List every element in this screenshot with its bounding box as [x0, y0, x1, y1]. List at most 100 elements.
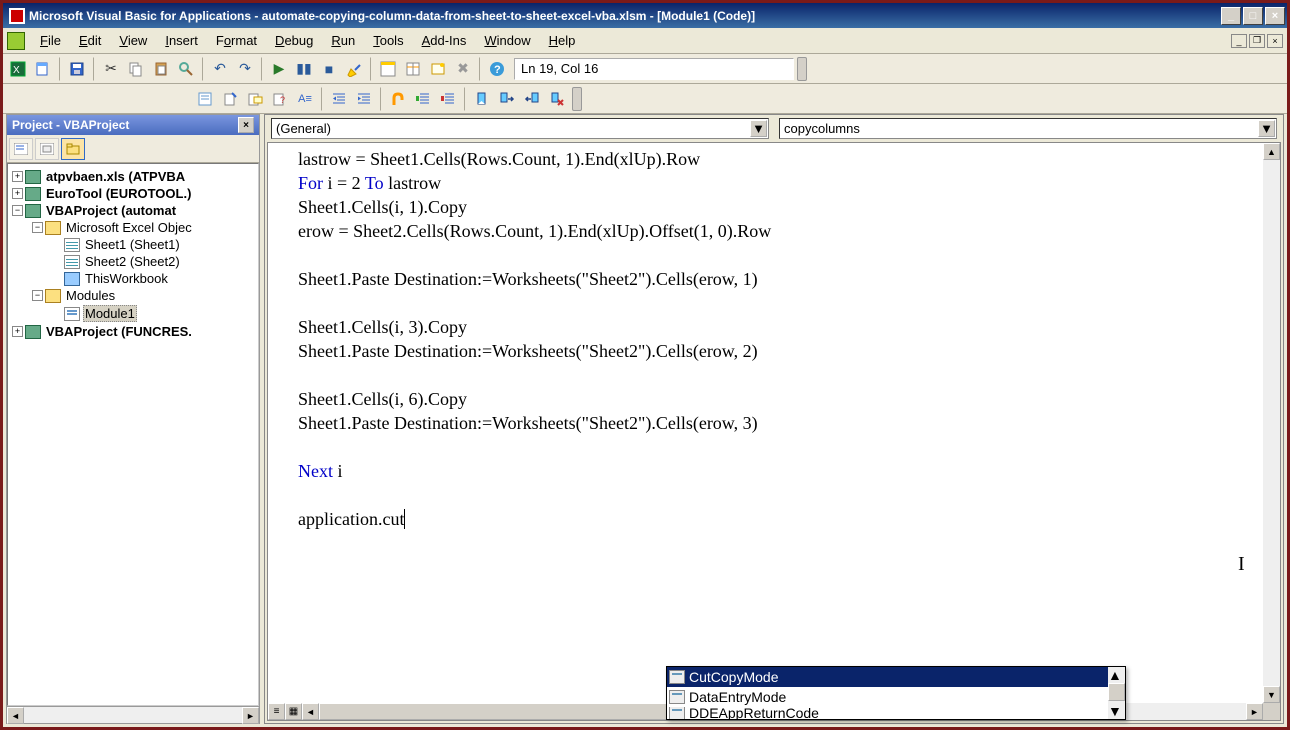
- restore-button[interactable]: □: [1243, 7, 1263, 25]
- scroll-up-button[interactable]: ▲: [1263, 143, 1280, 160]
- indent-button[interactable]: [327, 87, 351, 111]
- complete-word-button[interactable]: A≡: [293, 87, 317, 111]
- project-icon: [25, 325, 41, 339]
- toggle-breakpoint-button[interactable]: [386, 87, 410, 111]
- tree-folder-modules[interactable]: Modules: [64, 288, 117, 303]
- intellisense-scrollbar[interactable]: ▲ ▼: [1108, 667, 1125, 719]
- property-icon: [669, 670, 685, 684]
- scroll-left-button[interactable]: ◄: [7, 707, 24, 724]
- clear-bookmarks-button[interactable]: [545, 87, 569, 111]
- menu-addins[interactable]: Add-Ins: [413, 31, 476, 50]
- toolbox-button[interactable]: ✖: [451, 57, 475, 81]
- doc-minimize-button[interactable]: _: [1231, 34, 1247, 48]
- code-editor[interactable]: lastrow = Sheet1.Cells(Rows.Count, 1).En…: [268, 143, 1263, 703]
- scroll-up-button[interactable]: ▲: [1108, 667, 1125, 683]
- scroll-right-button[interactable]: ►: [1246, 703, 1263, 720]
- menu-window[interactable]: Window: [475, 31, 539, 50]
- insert-module-button[interactable]: [31, 57, 55, 81]
- procedure-view-button[interactable]: ≡: [268, 703, 285, 720]
- menu-format[interactable]: Format: [207, 31, 266, 50]
- list-properties-button[interactable]: [193, 87, 217, 111]
- view-object-button[interactable]: [35, 138, 59, 160]
- parameter-info-button[interactable]: ?: [268, 87, 292, 111]
- toolbar-overflow[interactable]: [797, 57, 807, 81]
- project-hscrollbar[interactable]: ◄ ►: [7, 706, 259, 723]
- scroll-thumb[interactable]: [1108, 683, 1125, 701]
- break-button[interactable]: ▮▮: [292, 57, 316, 81]
- uncomment-block-button[interactable]: [436, 87, 460, 111]
- expand-icon[interactable]: +: [12, 171, 23, 182]
- minimize-button[interactable]: _: [1221, 7, 1241, 25]
- chevron-down-icon[interactable]: ▼: [750, 120, 767, 137]
- tree-sheet1[interactable]: Sheet1 (Sheet1): [83, 237, 182, 252]
- expand-icon[interactable]: +: [12, 326, 23, 337]
- save-button[interactable]: [65, 57, 89, 81]
- project-explorer-button[interactable]: [376, 57, 400, 81]
- scroll-down-button[interactable]: ▼: [1108, 703, 1125, 719]
- collapse-icon[interactable]: −: [32, 222, 43, 233]
- menu-debug[interactable]: Debug: [266, 31, 322, 50]
- tree-module1[interactable]: Module1: [83, 305, 137, 322]
- undo-button[interactable]: ↶: [208, 57, 232, 81]
- properties-button[interactable]: [401, 57, 425, 81]
- object-dropdown[interactable]: (General) ▼: [271, 118, 769, 139]
- next-bookmark-button[interactable]: [495, 87, 519, 111]
- cut-button[interactable]: ✂: [99, 57, 123, 81]
- paste-button[interactable]: [149, 57, 173, 81]
- quick-info-button[interactable]: [243, 87, 267, 111]
- tree-thisworkbook[interactable]: ThisWorkbook: [83, 271, 170, 286]
- tree-project-eurotool[interactable]: EuroTool (EUROTOOL.): [44, 186, 193, 201]
- intellisense-item[interactable]: CutCopyMode: [667, 667, 1125, 687]
- toggle-bookmark-button[interactable]: [470, 87, 494, 111]
- prev-bookmark-button[interactable]: [520, 87, 544, 111]
- comment-block-button[interactable]: [411, 87, 435, 111]
- tree-project-funcres[interactable]: VBAProject (FUNCRES.: [44, 324, 194, 339]
- intellisense-item[interactable]: DDEAppReturnCode: [667, 707, 1125, 719]
- tree-project-vba[interactable]: VBAProject (automat: [44, 203, 178, 218]
- find-button[interactable]: [174, 57, 198, 81]
- tree-project-atpvbaen[interactable]: atpvbaen.xls (ATPVBA: [44, 169, 187, 184]
- intellisense-item[interactable]: DataEntryMode: [667, 687, 1125, 707]
- redo-button[interactable]: ↷: [233, 57, 257, 81]
- doc-restore-button[interactable]: ❐: [1249, 34, 1265, 48]
- full-module-view-button[interactable]: ▦: [285, 703, 302, 720]
- code-vscrollbar[interactable]: ▲ ▼: [1263, 143, 1280, 703]
- collapse-icon[interactable]: −: [32, 290, 43, 301]
- object-browser-button[interactable]: [426, 57, 450, 81]
- menu-run[interactable]: Run: [322, 31, 364, 50]
- view-excel-button[interactable]: X: [6, 57, 30, 81]
- list-constants-button[interactable]: [218, 87, 242, 111]
- project-close-button[interactable]: ×: [238, 117, 254, 133]
- toggle-folders-button[interactable]: [61, 138, 85, 160]
- svg-text:?: ?: [494, 64, 501, 76]
- run-button[interactable]: ▶: [267, 57, 291, 81]
- menu-view[interactable]: View: [110, 31, 156, 50]
- tree-folder-excel-objects[interactable]: Microsoft Excel Objec: [64, 220, 194, 235]
- scroll-right-button[interactable]: ►: [242, 707, 259, 724]
- procedure-dropdown[interactable]: copycolumns ▼: [779, 118, 1277, 139]
- scroll-down-button[interactable]: ▼: [1263, 686, 1280, 703]
- help-button[interactable]: ?: [485, 57, 509, 81]
- outdent-button[interactable]: [352, 87, 376, 111]
- intellisense-popup[interactable]: CutCopyMode DataEntryMode DDEAppReturnCo…: [666, 666, 1126, 720]
- expand-icon[interactable]: +: [12, 188, 23, 199]
- chevron-down-icon[interactable]: ▼: [1258, 120, 1275, 137]
- project-tree[interactable]: + atpvbaen.xls (ATPVBA + EuroTool (EUROTOO…: [7, 163, 259, 706]
- project-icon: [25, 204, 41, 218]
- close-button[interactable]: ×: [1265, 7, 1285, 25]
- scroll-left-button[interactable]: ◄: [302, 703, 319, 720]
- menu-tools[interactable]: Tools: [364, 31, 412, 50]
- menu-help[interactable]: Help: [540, 31, 585, 50]
- menu-insert[interactable]: Insert: [156, 31, 207, 50]
- property-icon: [669, 690, 685, 704]
- doc-close-button[interactable]: ×: [1267, 34, 1283, 48]
- reset-button[interactable]: ■: [317, 57, 341, 81]
- view-code-button[interactable]: [9, 138, 33, 160]
- design-mode-button[interactable]: [342, 57, 366, 81]
- menu-edit[interactable]: Edit: [70, 31, 110, 50]
- collapse-icon[interactable]: −: [12, 205, 23, 216]
- tree-sheet2[interactable]: Sheet2 (Sheet2): [83, 254, 182, 269]
- toolbar2-overflow[interactable]: [572, 87, 582, 111]
- menu-file[interactable]: File: [31, 31, 70, 50]
- copy-button[interactable]: [124, 57, 148, 81]
